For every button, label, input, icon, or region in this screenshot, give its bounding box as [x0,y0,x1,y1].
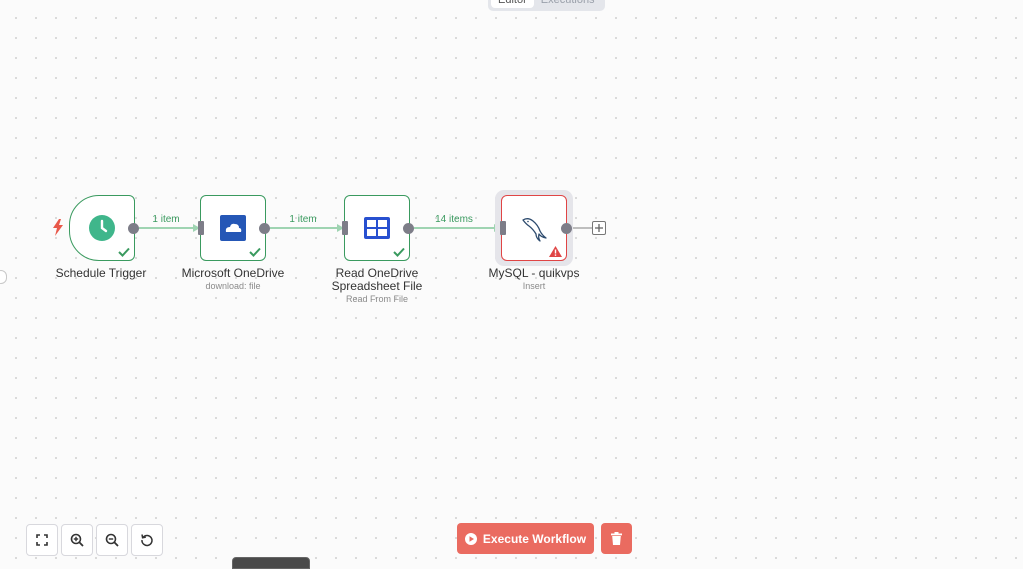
clear-execution-button[interactable] [601,523,632,554]
edge-1 [139,224,200,232]
node-subtitle: Insert [522,281,546,291]
edge-label-3: 14 items [435,214,473,225]
node-label: Schedule Trigger [56,267,147,280]
node-title: MySQL - quikvps [488,266,580,280]
spreadsheet-icon [364,217,390,239]
execute-workflow-label: Execute Workflow [482,531,587,546]
node-subtitle: Read From File [345,294,409,304]
node-title-line2: Spreadsheet File [331,279,423,293]
tab-executions[interactable]: Executions [534,0,602,8]
mysql-dolphin-icon [522,218,547,242]
node-title: Schedule Trigger [55,266,147,280]
trash-icon [611,532,622,545]
tooltip [232,557,310,569]
node-output-handle[interactable] [128,223,139,234]
add-node-button[interactable] [592,221,606,235]
zoom-in-button[interactable] [61,524,93,556]
node-label: Microsoft OneDrive download: file [181,266,285,292]
onedrive-icon [220,215,246,241]
zoom-out-button[interactable] [96,524,128,556]
clock-icon [89,215,115,241]
trigger-bolt-icon [53,219,63,236]
side-panel-handle[interactable] [0,270,7,284]
node-output-handle[interactable] [259,223,270,234]
success-check-icon [393,247,405,257]
node-input-handle[interactable] [342,221,348,235]
reset-zoom-icon [141,534,153,547]
edge-3 [414,224,501,232]
node-mysql[interactable] [501,195,567,261]
plus-icon [595,224,603,232]
node-title: Microsoft OneDrive [181,266,285,280]
node-output-handle[interactable] [561,223,572,234]
node-label: MySQL - quikvps Insert [488,266,580,292]
edge-label-2: 1 item [289,214,317,225]
fit-view-button[interactable] [26,524,58,556]
node-read-spreadsheet[interactable] [344,195,410,261]
warning-icon [549,246,562,257]
node-schedule-trigger[interactable] [69,195,135,261]
execute-workflow-button[interactable]: Execute Workflow [457,523,594,554]
fit-view-icon [36,534,48,546]
success-check-icon [118,247,130,257]
node-microsoft-onedrive[interactable] [200,195,266,261]
node-input-handle[interactable] [500,221,506,235]
edge-2 [270,224,344,232]
zoom-in-icon [70,533,84,547]
zoom-out-icon [105,533,119,547]
node-label: Read OneDrive Spreadsheet File Read From… [331,267,423,305]
reset-zoom-button[interactable] [131,524,163,556]
node-input-handle[interactable] [198,221,204,235]
edge-label-1: 1 item [152,214,180,225]
node-subtitle: download: file [205,281,261,291]
play-icon [464,532,477,545]
tab-editor[interactable]: Editor [491,0,534,8]
view-tabs: Editor Executions [488,0,605,11]
success-check-icon [249,247,261,257]
node-output-handle[interactable] [403,223,414,234]
